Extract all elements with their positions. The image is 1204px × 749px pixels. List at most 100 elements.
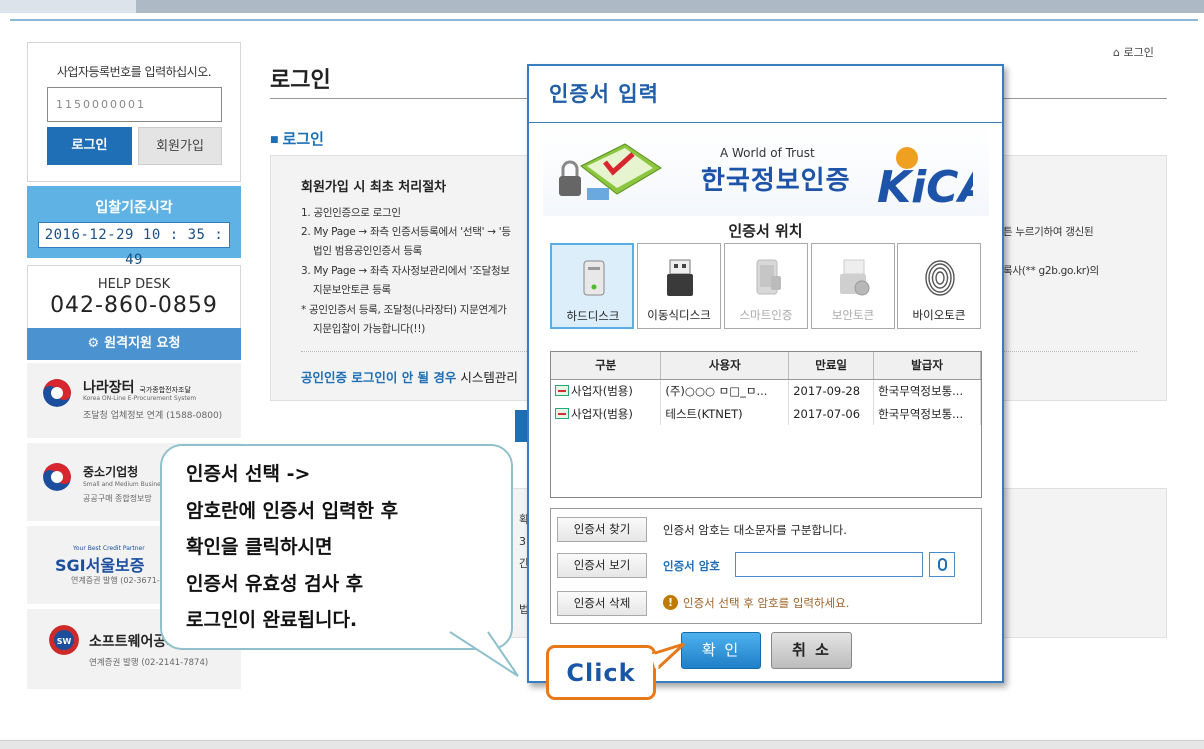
login-failure-link[interactable]: 공인인증 로그인이 안 될 경우 시스템관리	[301, 367, 518, 386]
remote-support-button[interactable]: ⚙ 원격지원 요청	[27, 328, 241, 360]
procedure-line: * 공인인증서 등록, 조달청(나라장터) 지문연계가	[301, 304, 507, 316]
certificate-row-icon	[555, 384, 569, 396]
partner-name: SGI서울보증	[55, 556, 145, 575]
procedure-line: 법인 범용공인인증서 등록	[313, 245, 423, 257]
partner-contact: 연계증권 발행 (02-2141-7874)	[89, 658, 209, 668]
section-title: ■ 로그인	[270, 130, 324, 148]
partner-contact: 연계증권 발행 (02-3671-	[71, 576, 160, 585]
case-sensitivity-note: 인증서 암호는 대소문자를 구분합니다.	[663, 523, 847, 537]
bizno-prompt: 사업자등록번호를 입력하십시오.	[56, 65, 212, 79]
column-header[interactable]: 구분	[551, 352, 662, 380]
join-button[interactable]: 회원가입	[138, 127, 222, 165]
procedure-line: 3. My Page → 좌측 자사정보관리에서 '조달청보	[301, 265, 510, 277]
location-label: 스마트인증	[739, 308, 793, 322]
certificate-icon	[559, 143, 662, 200]
cancel-button[interactable]: 취 소	[771, 632, 852, 669]
harddisk-icon	[583, 260, 605, 296]
column-header[interactable]: 사용자	[660, 352, 790, 380]
keyboard-mouse-icon	[938, 558, 947, 571]
location-removable[interactable]: 이동식디스크	[637, 243, 721, 329]
help-desk-panel: HELP DESK 042-860-0859	[27, 265, 241, 331]
ok-button[interactable]: 확 인	[681, 632, 761, 669]
instruction-bubble: 인증서 선택 -> 암호란에 인증서 입력한 후 확인을 클릭하시면 인증서 유…	[160, 444, 513, 650]
header-divider	[10, 19, 1198, 21]
usb-drive-icon	[667, 259, 693, 296]
table-row[interactable]: 사업자(범용) 테스트(KTNET) 2017-07-06 한국무역정보통...	[551, 402, 981, 425]
page-title: 로그인	[270, 68, 331, 93]
svg-text:KiCA: KiCA	[877, 162, 973, 211]
location-label: 이동식디스크	[647, 308, 711, 322]
location-title: 인증서 위치	[728, 222, 803, 240]
procedure-line: 지문보안토큰 등록	[313, 284, 391, 296]
table-row[interactable]: 사업자(범용) (주)○○○ ㅁ□_ㅁ... 2017-09-28 한국무역정보…	[551, 379, 981, 402]
breadcrumb-current: 로그인	[1123, 46, 1154, 59]
delete-certificate-button[interactable]: 인증서 삭제	[557, 591, 647, 616]
bubble-line: 로그인이 완료됩니다.	[186, 609, 358, 631]
procedure-line: 2. My Page → 좌측 인증서등록에서 '선택' → '등	[301, 226, 511, 238]
location-security-token[interactable]: 보안토큰	[811, 243, 895, 329]
banner-tagline: A World of Trust	[720, 146, 815, 160]
taegeuk-logo-icon	[43, 379, 71, 407]
bubble-line: 확인을 클릭하시면	[186, 536, 333, 558]
procedure-line-right: 록사(** g2b.go.kr)의	[1003, 265, 1099, 277]
certificate-dialog: 인증서 입력 A World of Trust 한국정보인증 KiCA 인증서 …	[527, 64, 1004, 683]
password-input[interactable]	[735, 552, 923, 577]
kica-logo-icon: KiCA	[877, 147, 973, 211]
login-panel: 사업자등록번호를 입력하십시오. 1150000001 로그인 회원가입	[27, 42, 241, 182]
breadcrumb[interactable]: ⌂ 로그인	[1113, 44, 1154, 60]
bid-time-value: 2016-12-29 10 : 35 : 49	[38, 222, 230, 268]
login-button[interactable]: 로그인	[47, 127, 132, 165]
bubble-line: 인증서 선택 ->	[186, 463, 311, 485]
hidden-button[interactable]	[515, 410, 527, 442]
click-callout-pointer	[651, 642, 686, 670]
bid-time-title: 입찰기준시각	[95, 200, 173, 216]
column-header[interactable]: 만료일	[788, 352, 875, 380]
sw-logo-icon: SW	[49, 625, 79, 655]
procedure-title: 회원가입 시 최초 처리절차	[301, 180, 447, 195]
location-smart[interactable]: 스마트인증	[724, 243, 808, 329]
partner-name: 나라장터 국가종합전자조달	[83, 380, 191, 396]
help-desk-title: HELP DESK	[97, 277, 171, 292]
svg-text:SW: SW	[57, 637, 72, 646]
bubble-line: 암호란에 인증서 입력한 후	[186, 499, 399, 522]
security-token-icon	[840, 259, 870, 296]
footer-bar	[0, 740, 1204, 749]
secure-keyboard-button[interactable]	[929, 552, 955, 577]
partner-tagline: Your Best Credit Partner	[73, 545, 145, 552]
partner-contact: 조달청 업체정보 연계 (1588-0800)	[83, 411, 223, 421]
bid-time-panel: 입찰기준시각 2016-12-29 10 : 35 : 49	[27, 186, 241, 268]
certificate-actions: 인증서 찾기 인증서 보기 인증서 삭제 인증서 암호는 대소문자를 구분합니다…	[550, 508, 982, 624]
click-callout: Click	[546, 645, 656, 700]
procedure-line: 1. 공인인증으로 로그인	[301, 207, 401, 219]
help-desk-phone: 042-860-0859	[50, 293, 218, 318]
find-certificate-button[interactable]: 인증서 찾기	[557, 517, 647, 542]
partner-naramarket[interactable]: 나라장터 국가종합전자조달 Korea ON-Line E-Procuremen…	[27, 363, 241, 438]
bizno-input[interactable]: 1150000001	[47, 87, 222, 122]
fingerprint-icon	[925, 260, 955, 296]
smartphone-icon	[756, 259, 781, 295]
taegeuk-logo-icon	[43, 463, 71, 491]
procedure-line: 지문입찰이 가능합니다(!!)	[313, 323, 426, 335]
click-label: Click	[566, 659, 636, 687]
dialog-title: 인증서 입력	[549, 82, 659, 106]
warning-icon: !	[663, 595, 678, 610]
bubble-tail	[449, 630, 519, 677]
location-label: 보안토큰	[831, 308, 875, 322]
home-icon: ⌂	[1113, 46, 1120, 59]
column-header[interactable]: 발급자	[873, 352, 981, 380]
location-label: 바이오토큰	[912, 308, 966, 322]
certificate-table: 구분 사용자 만료일 발급자 사업자(범용) (주)○○○ ㅁ□_ㅁ... 20…	[550, 351, 982, 498]
kica-banner: A World of Trust 한국정보인증 KiCA	[543, 126, 989, 216]
partner-name: 중소기업청	[83, 465, 139, 479]
certificate-row-icon	[555, 407, 569, 419]
bubble-line: 인증서 유효성 검사 후	[186, 572, 364, 595]
partner-subtitle: Korea ON-Line E-Procurement System	[83, 395, 197, 402]
location-label: 하드디스크	[566, 309, 620, 323]
top-stripe	[0, 0, 1204, 13]
banner-brand: 한국정보인증	[701, 166, 851, 196]
gear-icon: ⚙	[87, 336, 100, 351]
warning-text: 인증서 선택 후 암호를 입력하세요.	[683, 596, 850, 610]
location-harddisk[interactable]: 하드디스크	[550, 243, 634, 329]
location-bio-token[interactable]: 바이오토큰	[897, 243, 981, 329]
view-certificate-button[interactable]: 인증서 보기	[557, 553, 647, 578]
